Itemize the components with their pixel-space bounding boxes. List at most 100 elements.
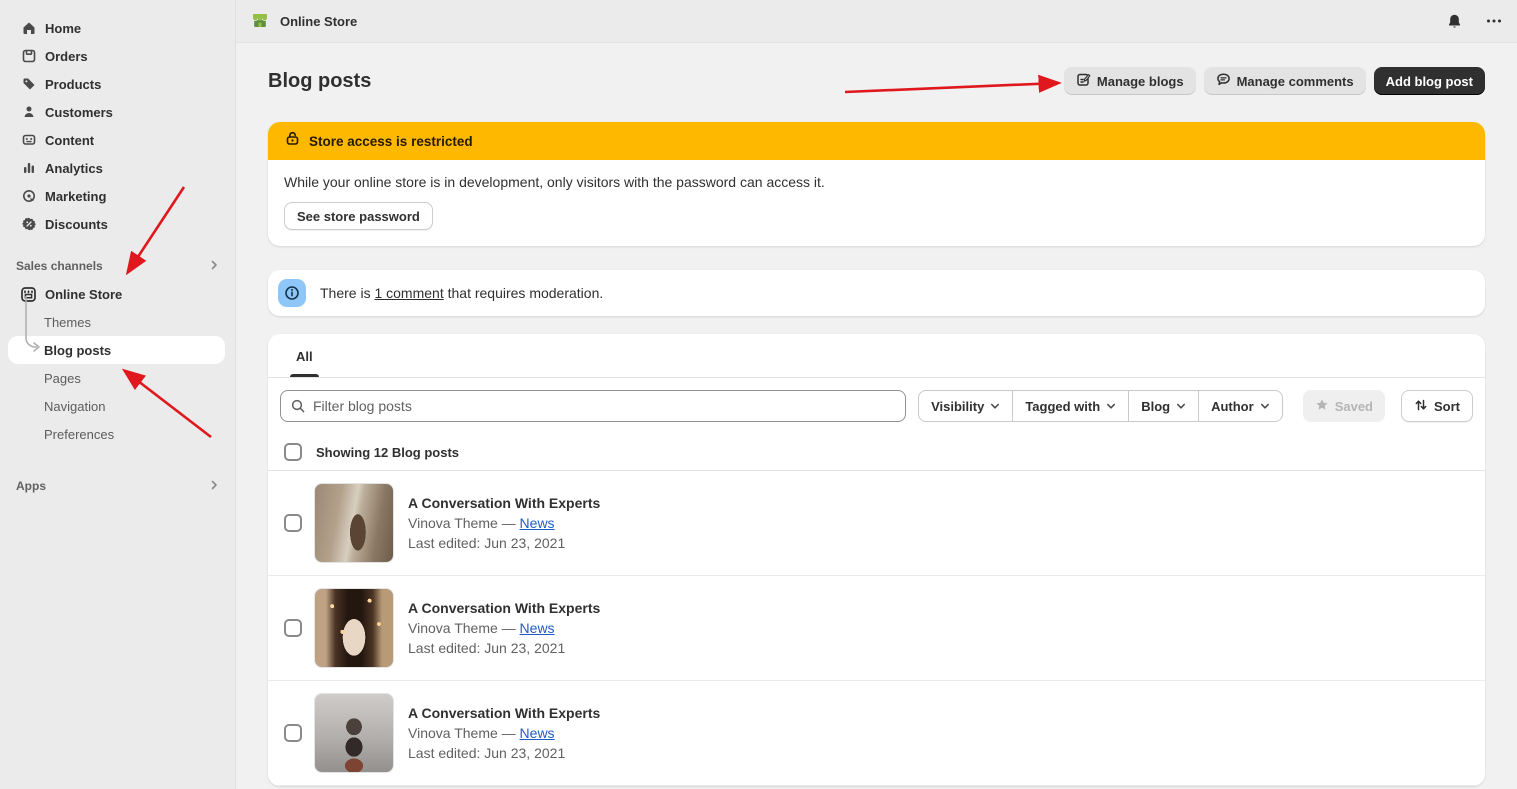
select-all-checkbox[interactable] bbox=[284, 443, 302, 461]
showing-count-label: Showing 12 Blog posts bbox=[316, 445, 459, 460]
blog-post-row[interactable]: A Conversation With Experts Vinova Theme… bbox=[268, 576, 1485, 681]
sidebar-item-label: Marketing bbox=[45, 189, 106, 204]
sidebar-item-label: Home bbox=[45, 21, 81, 36]
blog-post-thumbnail bbox=[314, 588, 394, 668]
products-icon bbox=[20, 76, 37, 93]
sidebar-item-orders[interactable]: Orders bbox=[0, 42, 235, 70]
apps-header[interactable]: Apps bbox=[0, 472, 235, 500]
news-blog-link[interactable]: News bbox=[520, 725, 555, 741]
lock-icon bbox=[284, 130, 301, 152]
analytics-icon bbox=[20, 160, 37, 177]
list-tabs: All bbox=[268, 334, 1485, 378]
saved-button[interactable]: Saved bbox=[1303, 390, 1385, 422]
blog-post-title[interactable]: A Conversation With Experts bbox=[408, 703, 600, 723]
sort-arrows-icon bbox=[1414, 398, 1428, 415]
filter-search bbox=[280, 390, 906, 422]
sidebar-item-customers[interactable]: Customers bbox=[0, 98, 235, 126]
filter-group: Visibility Tagged with Blog Author bbox=[918, 390, 1283, 422]
star-icon bbox=[1315, 398, 1329, 415]
sidebar-item-label: Orders bbox=[45, 49, 88, 64]
manage-blogs-button[interactable]: Manage blogs bbox=[1064, 67, 1196, 95]
sidebar-item-themes[interactable]: Themes bbox=[0, 308, 235, 336]
sidebar-item-online-store[interactable]: Online Store bbox=[0, 280, 235, 308]
store-access-banner-header: Store access is restricted bbox=[268, 122, 1485, 160]
home-icon bbox=[20, 20, 37, 37]
filter-blog-posts-input[interactable] bbox=[280, 390, 906, 422]
topbar-store-name: Online Store bbox=[280, 14, 357, 29]
store-access-banner-title: Store access is restricted bbox=[309, 134, 473, 149]
blog-post-last-edited: Last edited: Jun 23, 2021 bbox=[408, 743, 600, 763]
manage-blogs-label: Manage blogs bbox=[1097, 74, 1184, 89]
manage-comments-label: Manage comments bbox=[1237, 74, 1354, 89]
blog-post-title[interactable]: A Conversation With Experts bbox=[408, 598, 600, 618]
edit-note-icon bbox=[1076, 72, 1091, 90]
tab-all[interactable]: All bbox=[280, 334, 329, 377]
chevron-down-icon bbox=[990, 399, 1000, 414]
news-blog-link[interactable]: News bbox=[520, 620, 555, 636]
sidebar-item-pages[interactable]: Pages bbox=[0, 364, 235, 392]
row-checkbox[interactable] bbox=[284, 514, 302, 532]
sidebar-item-label: Pages bbox=[44, 371, 81, 386]
sidebar-item-marketing[interactable]: Marketing bbox=[0, 182, 235, 210]
one-comment-link[interactable]: 1 comment bbox=[374, 285, 443, 301]
store-access-banner-body: While your online store is in developmen… bbox=[268, 160, 1485, 246]
page-header: Blog posts Manage blogs Manage comments bbox=[268, 67, 1485, 95]
sidebar-item-label: Themes bbox=[44, 315, 91, 330]
main-column: Online Store Blog posts bbox=[236, 0, 1517, 789]
sidebar-item-products[interactable]: Products bbox=[0, 70, 235, 98]
chevron-right-icon bbox=[209, 259, 219, 273]
tagged-with-filter[interactable]: Tagged with bbox=[1013, 390, 1129, 422]
filter-toolbar: Visibility Tagged with Blog Author bbox=[268, 378, 1485, 434]
visibility-filter-label: Visibility bbox=[931, 399, 984, 414]
chevron-down-icon bbox=[1260, 399, 1270, 414]
sidebar-item-home[interactable]: Home bbox=[0, 14, 235, 42]
orders-icon bbox=[20, 48, 37, 65]
sidebar-item-content[interactable]: Content bbox=[0, 126, 235, 154]
sidebar: Home Orders Products Customers Content bbox=[0, 0, 236, 789]
apps-label: Apps bbox=[16, 479, 46, 493]
marketing-icon bbox=[20, 188, 37, 205]
more-menu-icon[interactable] bbox=[1481, 8, 1507, 34]
blog-filter[interactable]: Blog bbox=[1129, 390, 1199, 422]
blog-post-title[interactable]: A Conversation With Experts bbox=[408, 493, 600, 513]
blog-post-thumbnail bbox=[314, 693, 394, 773]
store-access-banner: Store access is restricted While your on… bbox=[268, 122, 1485, 246]
page-actions: Manage blogs Manage comments Add blog po… bbox=[1064, 67, 1485, 95]
sidebar-item-label: Navigation bbox=[44, 399, 105, 414]
sort-button[interactable]: Sort bbox=[1401, 390, 1473, 422]
manage-comments-button[interactable]: Manage comments bbox=[1204, 67, 1366, 95]
sidebar-item-discounts[interactable]: Discounts bbox=[0, 210, 235, 238]
blog-post-row[interactable]: A Conversation With Experts Vinova Theme… bbox=[268, 681, 1485, 786]
see-store-password-label: See store password bbox=[297, 209, 420, 224]
sidebar-item-label: Preferences bbox=[44, 427, 114, 442]
customers-icon bbox=[20, 104, 37, 121]
blog-post-subtitle: Vinova Theme — News bbox=[408, 723, 600, 743]
sidebar-item-preferences[interactable]: Preferences bbox=[0, 420, 235, 448]
comment-moderation-banner: There is 1 comment that requires moderat… bbox=[268, 270, 1485, 316]
bell-icon[interactable] bbox=[1441, 8, 1467, 34]
chevron-down-icon bbox=[1176, 399, 1186, 414]
blog-post-row[interactable]: A Conversation With Experts Vinova Theme… bbox=[268, 471, 1485, 576]
blog-posts-list-card: All Visibility bbox=[268, 334, 1485, 786]
row-checkbox[interactable] bbox=[284, 619, 302, 637]
sales-channels-header[interactable]: Sales channels bbox=[0, 252, 235, 280]
row-checkbox[interactable] bbox=[284, 724, 302, 742]
sidebar-item-analytics[interactable]: Analytics bbox=[0, 154, 235, 182]
comment-moderation-text: There is 1 comment that requires moderat… bbox=[320, 285, 603, 301]
blog-post-subtitle: Vinova Theme — News bbox=[408, 618, 600, 638]
sidebar-item-navigation[interactable]: Navigation bbox=[0, 392, 235, 420]
discounts-icon bbox=[20, 216, 37, 233]
sidebar-item-label: Products bbox=[45, 77, 101, 92]
visibility-filter[interactable]: Visibility bbox=[918, 390, 1013, 422]
add-blog-post-button[interactable]: Add blog post bbox=[1374, 67, 1485, 95]
select-all-row: Showing 12 Blog posts bbox=[268, 434, 1485, 471]
news-blog-link[interactable]: News bbox=[520, 515, 555, 531]
blog-post-meta: A Conversation With Experts Vinova Theme… bbox=[408, 598, 600, 658]
see-store-password-button[interactable]: See store password bbox=[284, 202, 433, 230]
author-filter[interactable]: Author bbox=[1199, 390, 1283, 422]
page-title: Blog posts bbox=[268, 70, 371, 93]
blog-post-last-edited: Last edited: Jun 23, 2021 bbox=[408, 638, 600, 658]
sidebar-item-blog-posts[interactable]: Blog posts bbox=[8, 336, 225, 364]
blog-post-meta: A Conversation With Experts Vinova Theme… bbox=[408, 493, 600, 553]
sidebar-item-label: Analytics bbox=[45, 161, 103, 176]
